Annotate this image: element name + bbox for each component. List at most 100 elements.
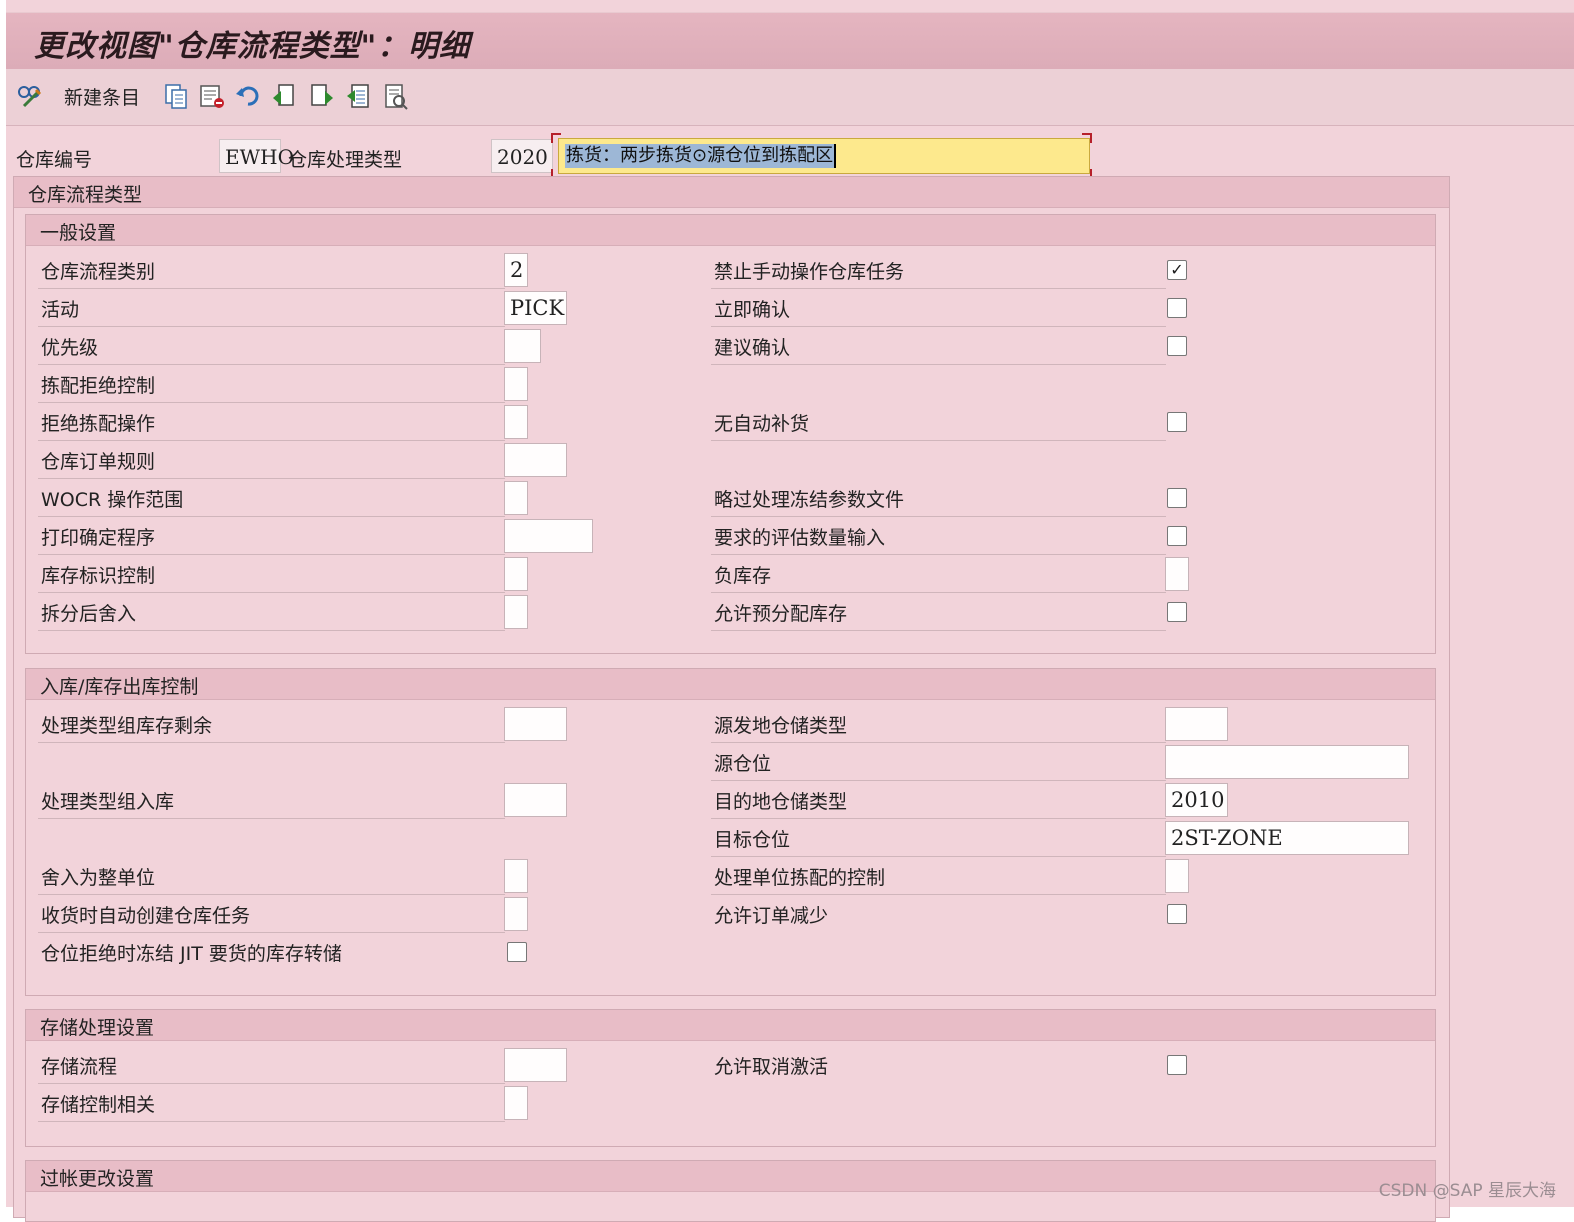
previous-entry-button[interactable] xyxy=(270,81,298,111)
general-settings-group: 一般设置 仓库流程类别 2 活动 PICK 优先级 拣配拒绝控制 拒绝拣配操作 … xyxy=(25,214,1436,654)
process-type-label: 仓库处理类型 xyxy=(288,149,403,171)
stock-id-control-label: 库存标识控制 xyxy=(38,559,505,593)
undo-icon xyxy=(234,82,262,110)
dest-storage-type-field[interactable]: 2010 xyxy=(1165,783,1228,817)
rounding-after-split-label: 拆分后舍入 xyxy=(38,597,505,631)
allow-prealloc-checkbox[interactable] xyxy=(1167,602,1187,622)
negative-stock-label: 负库存 xyxy=(711,559,1166,593)
activity-label: 活动 xyxy=(38,293,505,327)
auto-create-wt-gr-field[interactable] xyxy=(504,897,528,931)
description-selected-text: 拣货：两步拣货⊙源仓位到拣配区 xyxy=(565,144,837,168)
no-manual-wt-checkbox[interactable]: ✓ xyxy=(1167,260,1187,280)
allow-deactivation-label: 允许取消激活 xyxy=(714,1056,829,1078)
dest-bin-field[interactable]: 2ST-ZONE xyxy=(1165,821,1409,855)
group-title: 一般设置 xyxy=(40,222,117,244)
auto-create-wt-gr-label: 收货时自动创建仓库任务 xyxy=(38,899,505,933)
round-whole-units-field[interactable] xyxy=(504,859,528,893)
process-category-label: 仓库流程类别 xyxy=(38,255,505,289)
dest-storage-type-label: 目的地仓储类型 xyxy=(711,785,1166,819)
display-change-button[interactable] xyxy=(16,81,44,111)
immediate-confirm-label: 立即确认 xyxy=(711,293,1166,327)
allow-order-reduction-label: 允许订单减少 xyxy=(714,905,829,927)
process-type-description-input[interactable]: 拣货：两步拣货⊙源仓位到拣配区 xyxy=(558,138,1090,174)
details-icon xyxy=(382,82,410,110)
group-title-bar: 存储处理设置 xyxy=(26,1010,1435,1041)
priority-field[interactable] xyxy=(504,329,541,363)
print-determination-label: 打印确定程序 xyxy=(38,521,505,555)
inbound-outbound-control-group: 入库/库存出库控制 处理类型组库存剩余 处理类型组入库 舍入为整单位 收货时自动… xyxy=(25,668,1436,996)
block-jit-transfer-label: 仓位拒绝时冻结 JIT 要货的库存转储 xyxy=(41,943,342,965)
copy-icon xyxy=(162,82,190,110)
source-storage-type-field[interactable] xyxy=(1165,707,1228,741)
ptgroup-putaway-field[interactable] xyxy=(504,783,567,817)
wocr-scope-label: WOCR 操作范围 xyxy=(38,483,505,517)
delete-icon xyxy=(198,82,226,110)
block-jit-transfer-checkbox[interactable] xyxy=(507,942,527,962)
change-display-icon xyxy=(16,82,44,110)
no-auto-replenish-checkbox[interactable] xyxy=(1167,412,1187,432)
dest-bin-label: 目标仓位 xyxy=(711,823,1166,857)
application-toolbar: 新建条目 xyxy=(6,69,1574,126)
next-entry-button[interactable] xyxy=(308,81,336,111)
round-whole-units-label: 舍入为整单位 xyxy=(38,861,505,895)
frame-title-bar: 仓库流程类型 xyxy=(14,177,1449,208)
warehouse-order-rule-label: 仓库订单规则 xyxy=(38,445,505,479)
priority-label: 优先级 xyxy=(38,331,505,365)
denial-action-label: 拒绝拣配操作 xyxy=(38,407,505,441)
allow-prealloc-label: 允许预分配库存 xyxy=(711,597,1166,631)
pick-denial-control-field[interactable] xyxy=(504,367,528,401)
stock-id-control-field[interactable] xyxy=(504,557,528,591)
group-title: 入库/库存出库控制 xyxy=(40,676,199,698)
storage-process-label: 存储流程 xyxy=(38,1050,505,1084)
required-estimate-qty-checkbox[interactable] xyxy=(1167,526,1187,546)
source-bin-label: 源仓位 xyxy=(711,747,1166,781)
activity-field[interactable]: PICK xyxy=(504,291,567,325)
storage-control-relevant-field[interactable] xyxy=(504,1086,528,1120)
warehouse-number-field[interactable]: EWHO xyxy=(219,139,294,173)
source-storage-type-label: 源发地仓储类型 xyxy=(711,709,1166,743)
delete-button[interactable] xyxy=(198,81,226,111)
no-auto-replenish-label: 无自动补货 xyxy=(711,407,1166,441)
negative-stock-field[interactable] xyxy=(1165,557,1189,591)
immediate-confirm-checkbox[interactable] xyxy=(1167,298,1187,318)
focus-corner-tl xyxy=(551,133,561,143)
group-title: 存储处理设置 xyxy=(40,1017,155,1039)
denial-action-field[interactable] xyxy=(504,405,528,439)
select-icon xyxy=(344,82,372,110)
posting-change-settings-group: 过帐更改设置 xyxy=(25,1160,1436,1222)
required-estimate-qty-label: 要求的评估数量输入 xyxy=(711,521,1166,555)
select-block-button[interactable] xyxy=(344,81,372,111)
next-entry-icon xyxy=(308,82,336,110)
watermark: CSDN @SAP 星辰大海 xyxy=(1378,1181,1556,1201)
skip-freeze-profile-checkbox[interactable] xyxy=(1167,488,1187,508)
wocr-scope-field[interactable] xyxy=(504,481,528,515)
propose-confirm-checkbox[interactable] xyxy=(1167,336,1187,356)
process-type-field[interactable]: 2020 xyxy=(491,139,553,173)
copy-as-button[interactable] xyxy=(162,81,190,111)
print-determination-field[interactable] xyxy=(504,519,593,553)
no-manual-wt-label: 禁止手动操作仓库任务 xyxy=(711,255,1166,289)
allow-order-reduction-checkbox[interactable] xyxy=(1167,904,1187,924)
warehouse-order-rule-field[interactable] xyxy=(504,443,567,477)
hu-picking-control-field[interactable] xyxy=(1165,859,1189,893)
focus-corner-tr xyxy=(1082,133,1092,143)
storage-process-field[interactable] xyxy=(504,1048,567,1082)
frame-title: 仓库流程类型 xyxy=(28,184,143,206)
details-button[interactable] xyxy=(382,81,410,111)
prev-entry-icon xyxy=(270,82,298,110)
ptgroup-stock-removal-label: 处理类型组库存剩余 xyxy=(38,709,505,743)
new-entries-button[interactable]: 新建条目 xyxy=(56,81,140,111)
pick-denial-control-label: 拣配拒绝控制 xyxy=(38,369,505,403)
ptgroup-stock-removal-field[interactable] xyxy=(504,707,567,741)
group-title-bar: 过帐更改设置 xyxy=(26,1161,1435,1192)
undo-button[interactable] xyxy=(234,81,262,111)
warehouse-number-label: 仓库编号 xyxy=(16,149,93,171)
allow-deactivation-checkbox[interactable] xyxy=(1167,1055,1187,1075)
page-title: 更改视图"仓库流程类型"：明细 xyxy=(34,29,471,64)
process-category-field[interactable]: 2 xyxy=(504,253,528,287)
propose-confirm-label: 建议确认 xyxy=(711,331,1166,365)
source-bin-field[interactable] xyxy=(1165,745,1409,779)
rounding-after-split-field[interactable] xyxy=(504,595,528,629)
title-bar: 更改视图"仓库流程类型"：明细 xyxy=(6,12,1574,70)
storage-process-settings-group: 存储处理设置 存储流程 存储控制相关 允许取消激活 xyxy=(25,1009,1436,1147)
